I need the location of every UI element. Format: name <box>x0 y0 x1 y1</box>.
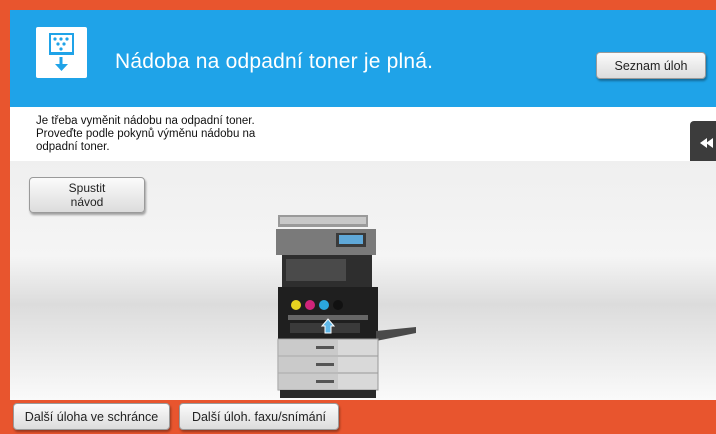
side-panel-toggle[interactable] <box>690 121 716 166</box>
message-line: odpadní toner. <box>36 141 110 153</box>
start-guide-button[interactable]: Spustit návod <box>29 177 145 213</box>
printer-illustration <box>268 215 418 400</box>
waste-toner-icon <box>36 27 87 78</box>
bottom-bar: Další úloha ve schránce Další úloh. faxu… <box>10 400 716 434</box>
instruction-message: Je třeba vyměnit nádobu na odpadní toner… <box>36 115 366 154</box>
main-panel: Nádoba na odpadní toner je plná. Seznam … <box>10 10 716 434</box>
double-chevron-left-icon <box>700 138 713 148</box>
next-box-job-button[interactable]: Další úloha ve schránce <box>13 403 170 430</box>
message-line: Proveďte podle pokynů výměnu nádobu na <box>36 128 256 140</box>
next-fax-scan-job-button[interactable]: Další úloh. faxu/snímání <box>179 403 339 430</box>
start-guide-label-2: návod <box>70 195 104 209</box>
alert-title: Nádoba na odpadní toner je plná. <box>115 50 434 73</box>
message-line: Je třeba vyměnit nádobu na odpadní toner… <box>36 115 255 127</box>
start-guide-label-1: Spustit <box>68 181 106 195</box>
job-list-button[interactable]: Seznam úloh <box>596 52 706 79</box>
